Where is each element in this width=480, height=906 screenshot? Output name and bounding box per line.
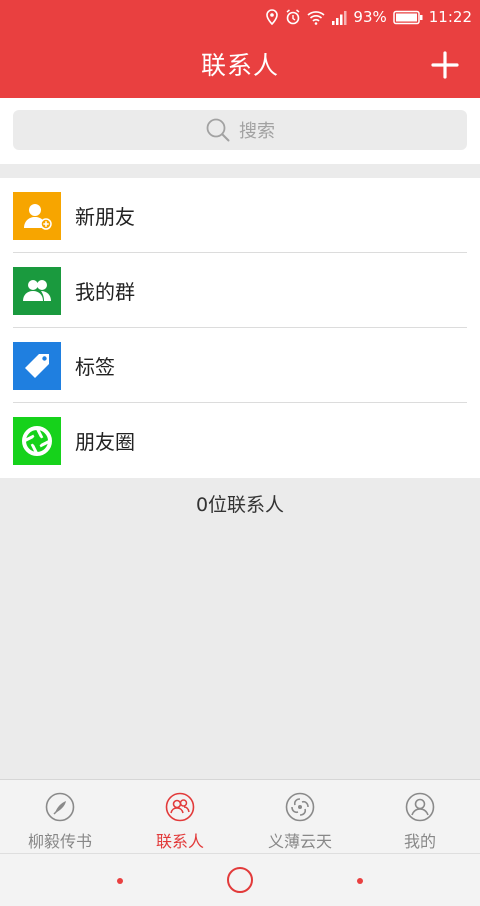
- nav-home-button[interactable]: [227, 867, 253, 893]
- status-icons: 93% 11:22: [265, 0, 472, 34]
- menu-item-moments[interactable]: 朋友圈: [0, 403, 480, 478]
- menu-item-my-groups[interactable]: 我的群: [0, 253, 480, 328]
- search-icon: [206, 118, 230, 142]
- tab-label: 联系人: [155, 832, 204, 851]
- tab-label: 柳毅传书: [27, 832, 92, 851]
- tab-label: 义薄云天: [267, 832, 332, 851]
- system-nav-bar: [0, 853, 480, 906]
- profile-icon: [405, 792, 435, 822]
- menu-item-label: 我的群: [75, 280, 135, 304]
- location-icon: [265, 9, 279, 25]
- menu-item-tags[interactable]: 标签: [0, 328, 480, 403]
- tab-mine[interactable]: 我的: [360, 780, 480, 853]
- add-person-icon: [13, 191, 61, 240]
- nav-menu-button[interactable]: [357, 878, 363, 884]
- status-bar: 93% 11:22: [0, 0, 480, 34]
- tab-yibo[interactable]: 义薄云天: [240, 780, 360, 853]
- search-area: 搜索: [0, 98, 480, 164]
- search-placeholder: 搜索: [239, 121, 275, 142]
- add-button[interactable]: [428, 48, 462, 82]
- menu-item-label: 朋友圈: [75, 430, 135, 454]
- tab-liuyi[interactable]: 柳毅传书: [0, 780, 120, 853]
- battery-icon: [393, 10, 423, 25]
- tag-icon: [13, 341, 61, 390]
- menu-item-label: 新朋友: [75, 205, 135, 229]
- contact-count: 0位联系人: [195, 494, 285, 516]
- swirl-icon: [285, 792, 315, 822]
- moments-icon: [13, 416, 61, 465]
- group-icon: [13, 266, 61, 315]
- menu-item-new-friends[interactable]: 新朋友: [0, 178, 480, 253]
- search-input[interactable]: 搜索: [13, 110, 467, 150]
- feather-icon: [45, 792, 75, 822]
- page-title: 联系人: [200, 51, 279, 80]
- signal-icon: [331, 10, 347, 25]
- tab-contacts[interactable]: 联系人: [120, 780, 240, 853]
- battery-level: 93%: [353, 8, 387, 26]
- nav-back-button[interactable]: [117, 878, 123, 884]
- section-divider: [0, 164, 480, 178]
- clock: 11:22: [428, 8, 472, 26]
- contacts-icon: [165, 792, 195, 822]
- tab-label: 我的: [403, 832, 436, 851]
- wifi-icon: [307, 10, 325, 25]
- menu-item-label: 标签: [75, 355, 115, 379]
- header-bar: 联系人: [0, 34, 480, 98]
- alarm-icon: [285, 9, 301, 25]
- plus-icon: [431, 51, 459, 79]
- contacts-menu: 新朋友 我的群 标签 朋友圈: [0, 178, 480, 478]
- bottom-tab-bar: 柳毅传书 联系人 义薄云天 我的: [0, 779, 480, 853]
